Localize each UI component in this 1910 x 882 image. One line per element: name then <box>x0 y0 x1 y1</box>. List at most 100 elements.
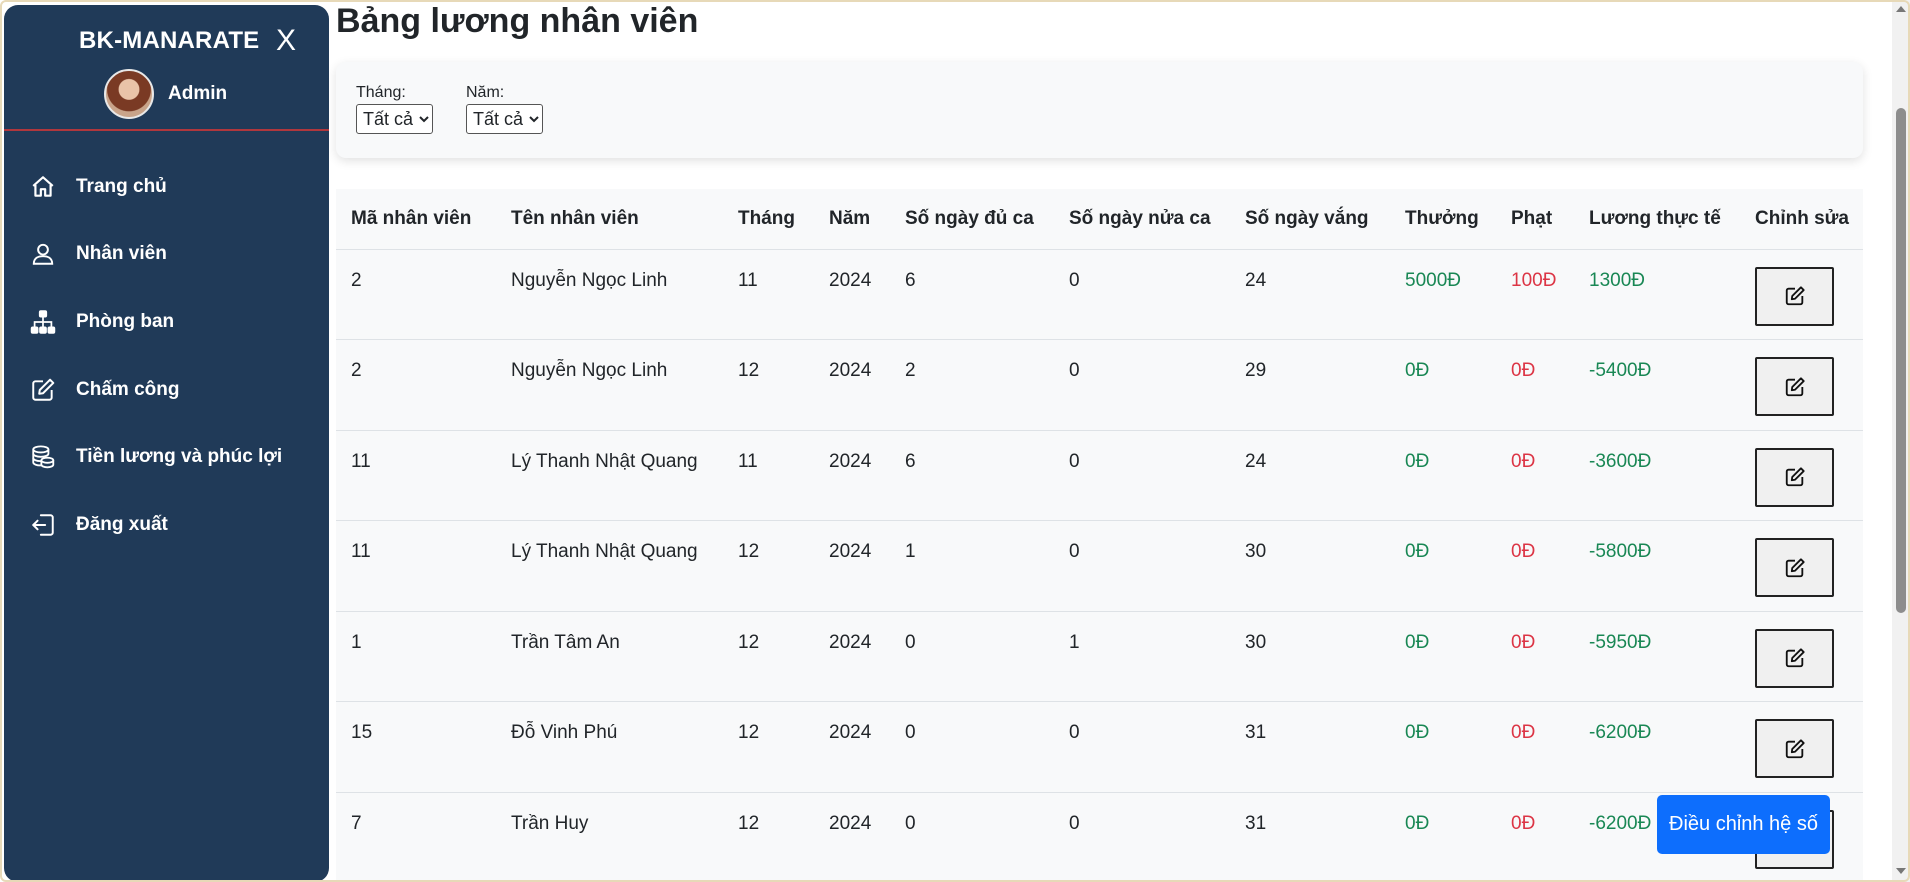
user-profile: Admin <box>104 68 227 120</box>
cell-edit <box>1740 430 1863 522</box>
scroll-up-arrow[interactable] <box>1896 6 1906 12</box>
col-absent-days: Số ngày vắng <box>1230 189 1390 250</box>
cell-half-shift-days: 0 <box>1054 249 1230 341</box>
col-month: Tháng <box>723 189 814 250</box>
cell-bonus: 0Đ <box>1390 611 1496 703</box>
year-filter: Năm: Tất cả <box>466 84 543 134</box>
cell-bonus: 0Đ <box>1390 520 1496 612</box>
salary-table-container: Mã nhân viên Tên nhân viên Tháng Năm Số … <box>336 189 1863 882</box>
cell-actual-salary: -6200Đ <box>1574 701 1740 794</box>
cell-half-shift-days: 0 <box>1054 792 1230 882</box>
col-employee-id: Mã nhân viên <box>336 189 496 250</box>
cell-year: 2024 <box>814 611 890 703</box>
scroll-thumb[interactable] <box>1896 108 1906 613</box>
cell-half-shift-days: 0 <box>1054 701 1230 794</box>
cell-month: 12 <box>723 701 814 794</box>
month-filter-label: Tháng: <box>356 84 406 101</box>
page-title: Bảng lương nhân viên <box>336 2 699 40</box>
cell-employee-name: Lý Thanh Nhật Quang <box>496 520 723 612</box>
cell-employee-id: 1 <box>336 611 496 703</box>
edit-row-button[interactable] <box>1755 266 1834 326</box>
cell-month: 12 <box>723 520 814 612</box>
cell-edit <box>1740 339 1863 431</box>
edit-row-button[interactable] <box>1755 538 1834 598</box>
cell-bonus: 0Đ <box>1390 339 1496 431</box>
cell-edit <box>1740 520 1863 612</box>
cell-half-shift-days: 1 <box>1054 611 1230 703</box>
sidebar-item-label: Phòng ban <box>76 310 175 332</box>
cell-employee-id: 11 <box>336 430 496 522</box>
filter-panel: Tháng: Tất cả Năm: Tất cả <box>336 62 1863 158</box>
col-year: Năm <box>814 189 890 250</box>
cell-month: 11 <box>723 249 814 341</box>
sidebar-item-attendance[interactable]: Chấm công <box>4 356 329 424</box>
cell-actual-salary: 1300Đ <box>1574 249 1740 341</box>
edit-icon <box>1785 376 1805 396</box>
table-header-row: Mã nhân viên Tên nhân viên Tháng Năm Số … <box>336 189 1863 250</box>
cell-employee-name: Trần Tâm An <box>496 611 723 703</box>
sidebar-item-departments[interactable]: Phòng ban <box>4 288 329 356</box>
cell-year: 2024 <box>814 792 890 882</box>
brand-title: BK-MANARATE <box>79 27 260 54</box>
cell-absent-days: 30 <box>1230 611 1390 703</box>
cell-year: 2024 <box>814 430 890 522</box>
table-row: 15 Đỗ Vinh Phú 12 2024 0 0 31 0Đ 0Đ -6200Đ <box>336 701 1863 794</box>
table-row: 11 Lý Thanh Nhật Quang 11 2024 6 0 24 0Đ 0Đ -3600… <box>336 430 1863 522</box>
home-icon <box>32 175 54 197</box>
cell-half-shift-days: 0 <box>1054 430 1230 522</box>
col-full-shift-days: Số ngày đủ ca <box>890 189 1054 250</box>
sidebar-item-logout[interactable]: Đăng xuất <box>4 491 329 559</box>
edit-row-button[interactable] <box>1755 628 1834 688</box>
logout-icon <box>32 514 54 536</box>
adjust-coefficient-button[interactable]: Điều chỉnh hệ số <box>1657 795 1830 854</box>
cell-edit <box>1740 249 1863 341</box>
edit-row-button[interactable] <box>1755 447 1834 507</box>
cell-employee-id: 2 <box>336 339 496 431</box>
cell-absent-days: 24 <box>1230 249 1390 341</box>
cell-month: 12 <box>723 339 814 431</box>
month-filter: Tháng: Tất cả <box>356 84 433 134</box>
cell-full-shift-days: 0 <box>890 792 1054 882</box>
edit-icon <box>1785 739 1805 759</box>
sidebar-item-employees[interactable]: Nhân viên <box>4 221 329 289</box>
cell-bonus: 0Đ <box>1390 701 1496 794</box>
cell-year: 2024 <box>814 701 890 794</box>
cell-actual-salary: -3600Đ <box>1574 430 1740 522</box>
coins-icon <box>32 445 55 469</box>
cell-penalty: 0Đ <box>1496 701 1574 794</box>
col-half-shift-days: Số ngày nửa ca <box>1054 189 1230 250</box>
edit-icon <box>1785 286 1805 306</box>
cell-absent-days: 30 <box>1230 520 1390 612</box>
cell-year: 2024 <box>814 520 890 612</box>
scrollbar[interactable] <box>1892 0 1910 882</box>
table-row: 11 Lý Thanh Nhật Quang 12 2024 1 0 30 0Đ 0Đ -5800… <box>336 520 1863 612</box>
cell-penalty: 0Đ <box>1496 339 1574 431</box>
edit-row-button[interactable] <box>1755 357 1834 417</box>
cell-actual-salary: -5400Đ <box>1574 339 1740 431</box>
cell-month: 12 <box>723 792 814 882</box>
cell-employee-id: 2 <box>336 249 496 341</box>
close-sidebar-button[interactable]: X <box>276 23 296 59</box>
cell-employee-id: 11 <box>336 520 496 612</box>
sidebar-item-salary[interactable]: Tiền lương và phúc lợi <box>4 423 329 491</box>
cell-bonus: 0Đ <box>1390 792 1496 882</box>
edit-icon <box>1785 648 1805 668</box>
edit-icon <box>32 378 55 401</box>
cell-full-shift-days: 6 <box>890 430 1054 522</box>
year-filter-label: Năm: <box>466 84 505 101</box>
salary-table: Mã nhân viên Tên nhân viên Tháng Năm Số … <box>336 189 1863 882</box>
cell-employee-name: Trần Huy <box>496 792 723 882</box>
year-select[interactable]: Tất cả <box>466 104 543 134</box>
cell-full-shift-days: 1 <box>890 520 1054 612</box>
edit-row-button[interactable] <box>1755 719 1834 779</box>
cell-employee-name: Nguyễn Ngọc Linh <box>496 249 723 341</box>
sidebar-item-home[interactable]: Trang chủ <box>4 153 329 221</box>
cell-absent-days: 29 <box>1230 339 1390 431</box>
col-penalty: Phạt <box>1496 189 1574 250</box>
sidebar-item-label: Trang chủ <box>76 175 167 197</box>
scroll-down-arrow[interactable] <box>1896 868 1906 874</box>
month-select[interactable]: Tất cả <box>356 104 433 134</box>
cell-absent-days: 31 <box>1230 792 1390 882</box>
sidebar: BK-MANARATE X Admin Trang chủ Nhân viên <box>4 5 329 882</box>
sidebar-menu: Trang chủ Nhân viên Phòng ban Chấm công … <box>4 153 329 559</box>
